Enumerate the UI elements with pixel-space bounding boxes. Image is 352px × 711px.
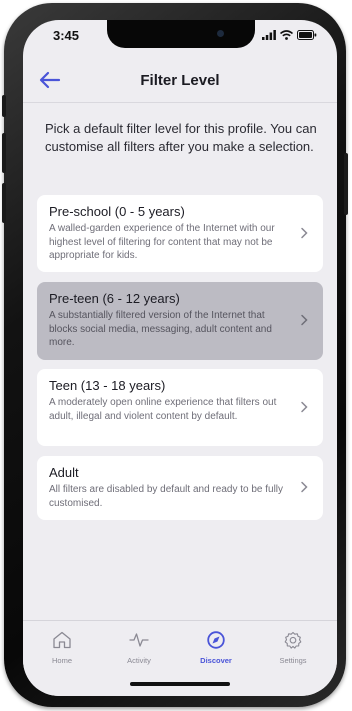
volume-down-button bbox=[2, 183, 6, 223]
notch bbox=[107, 20, 255, 48]
compass-icon bbox=[207, 631, 225, 649]
intro-text: Pick a default filter level for this pro… bbox=[45, 121, 317, 154]
wifi-icon bbox=[280, 30, 293, 40]
option-description: All filters are disabled by default and … bbox=[49, 484, 284, 509]
screen: 3:45 Filter Level Pick a default filter … bbox=[23, 20, 337, 696]
tab-label: Settings bbox=[279, 656, 307, 665]
home-icon bbox=[53, 631, 71, 649]
gear-icon bbox=[284, 631, 302, 649]
status-time: 3:45 bbox=[53, 28, 80, 43]
tab-label: Activity bbox=[127, 656, 151, 665]
option-title: Pre-teen (6 - 12 years) bbox=[49, 291, 180, 306]
option-title: Teen (13 - 18 years) bbox=[49, 378, 166, 393]
option-title: Adult bbox=[49, 465, 79, 480]
option-title: Pre-school (0 - 5 years) bbox=[49, 204, 185, 219]
tab-discover[interactable]: Discover bbox=[186, 631, 246, 665]
status-icons bbox=[262, 30, 317, 40]
camera bbox=[217, 30, 224, 37]
power-button bbox=[344, 153, 348, 215]
option-description: A moderately open online experience that… bbox=[49, 397, 277, 422]
chevron-right-icon bbox=[301, 481, 308, 493]
tab-home[interactable]: Home bbox=[32, 631, 92, 665]
tab-label: Discover bbox=[200, 656, 232, 665]
option-teen[interactable]: Teen (13 - 18 years) A moderately open o… bbox=[37, 369, 323, 446]
battery-icon bbox=[297, 30, 317, 40]
phone-frame: 3:45 Filter Level Pick a default filter … bbox=[2, 3, 348, 707]
nav-header: Filter Level bbox=[23, 60, 337, 103]
silent-switch bbox=[2, 95, 6, 117]
tab-settings[interactable]: Settings bbox=[263, 631, 323, 665]
option-pre-school[interactable]: Pre-school (0 - 5 years) A walled-garden… bbox=[37, 195, 323, 272]
signal-icon bbox=[262, 30, 276, 40]
home-indicator bbox=[130, 682, 230, 686]
option-description: A walled-garden experience of the Intern… bbox=[49, 223, 275, 261]
activity-icon bbox=[129, 633, 149, 647]
chevron-right-icon bbox=[301, 227, 308, 239]
option-pre-teen[interactable]: Pre-teen (6 - 12 years) A substantially … bbox=[37, 282, 323, 360]
option-description: A substantially filtered version of the … bbox=[49, 310, 272, 348]
tab-label: Home bbox=[51, 656, 72, 665]
option-adult[interactable]: Adult All filters are disabled by defaul… bbox=[37, 456, 323, 520]
volume-up-button bbox=[2, 133, 6, 173]
tab-activity[interactable]: Activity bbox=[109, 631, 169, 665]
chevron-right-icon bbox=[301, 314, 308, 326]
page-title: Filter Level bbox=[140, 72, 220, 89]
chevron-right-icon bbox=[301, 401, 308, 413]
